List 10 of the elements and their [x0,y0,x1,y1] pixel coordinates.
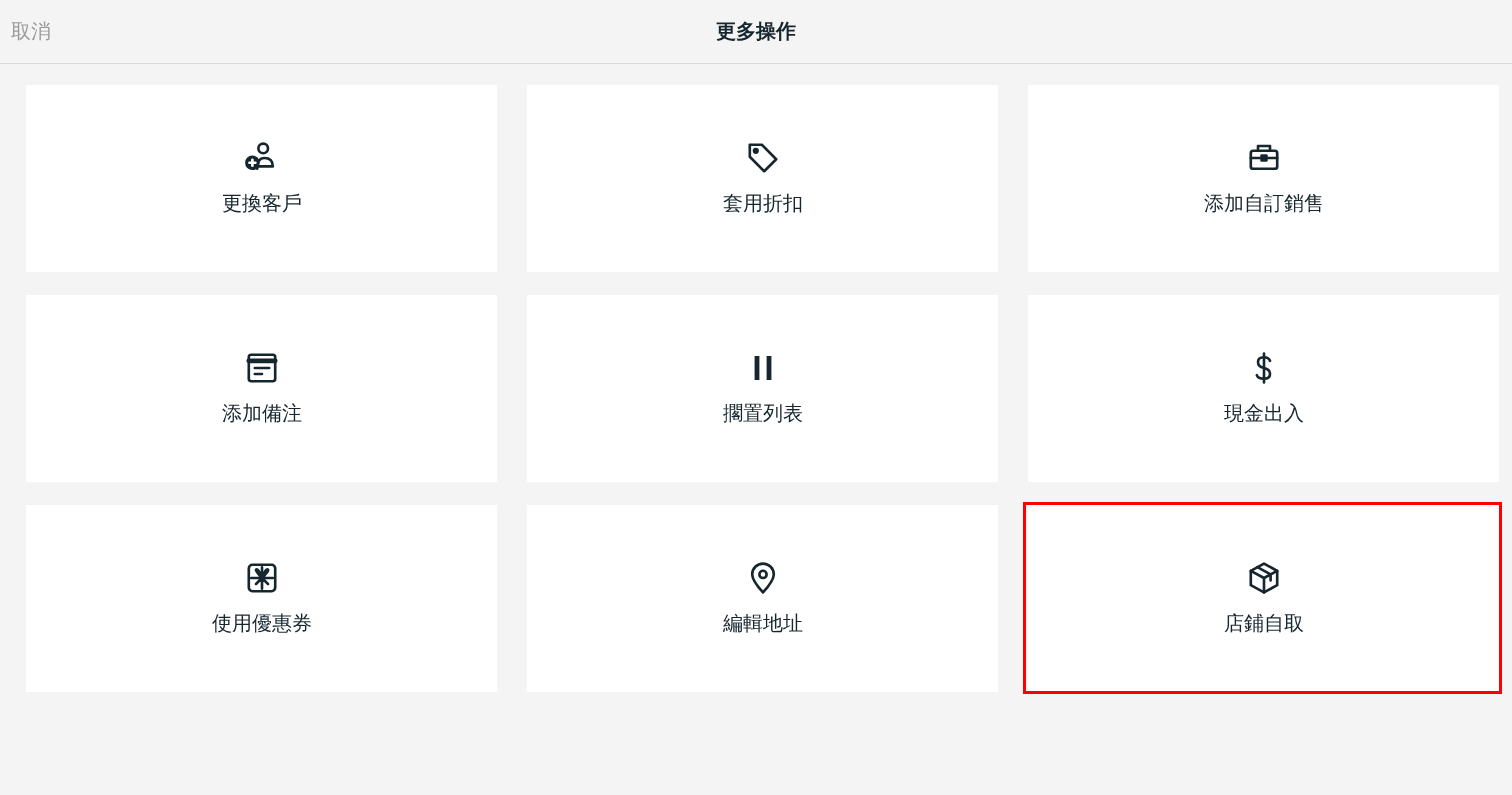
action-tile[interactable]: 套用折扣 [527,85,998,272]
note-icon [243,350,280,386]
action-tile[interactable]: 使用優惠券 [26,505,497,692]
action-tile[interactable]: 添加自訂銷售 [1028,85,1499,272]
page-title: 更多操作 [716,18,796,45]
action-tile[interactable]: 擱置列表 [527,295,998,482]
action-tile[interactable]: 更換客戶 [26,85,497,272]
action-tile[interactable]: 現金出入 [1028,295,1499,482]
action-tile[interactable]: 編輯地址 [527,505,998,692]
action-tile[interactable]: 添加備注 [26,295,497,482]
